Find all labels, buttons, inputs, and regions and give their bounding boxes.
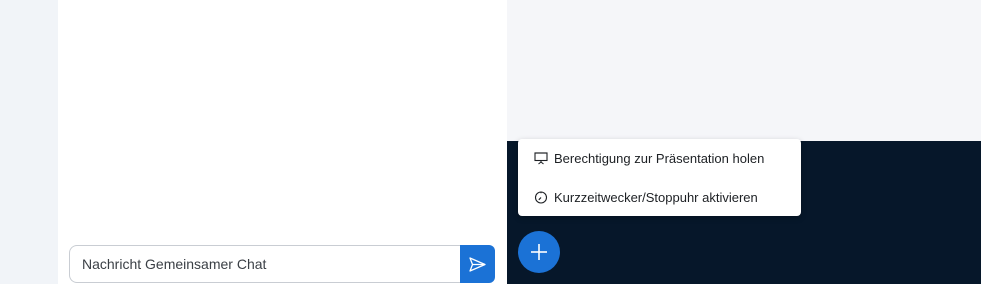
menu-item-label: Berechtigung zur Präsentation holen bbox=[554, 150, 765, 166]
presentation-icon bbox=[534, 151, 548, 165]
chat-composer bbox=[69, 245, 495, 283]
menu-item-request-presenter[interactable]: Berechtigung zur Präsentation holen bbox=[518, 139, 801, 177]
send-icon bbox=[469, 256, 486, 272]
left-gutter bbox=[0, 0, 58, 284]
content-area-top bbox=[507, 0, 981, 141]
menu-item-activate-timer[interactable]: Kurzzeitwecker/Stoppuhr aktivieren bbox=[518, 178, 801, 216]
chat-message-input[interactable] bbox=[69, 245, 460, 283]
actions-menu: Berechtigung zur Präsentation holen Kurz… bbox=[518, 139, 801, 216]
plus-icon bbox=[531, 244, 547, 260]
actions-plus-button[interactable] bbox=[518, 231, 560, 273]
menu-item-label: Kurzzeitwecker/Stoppuhr aktivieren bbox=[554, 189, 758, 205]
send-message-button[interactable] bbox=[460, 245, 495, 283]
stopwatch-icon bbox=[534, 190, 548, 204]
chat-panel bbox=[58, 0, 507, 284]
